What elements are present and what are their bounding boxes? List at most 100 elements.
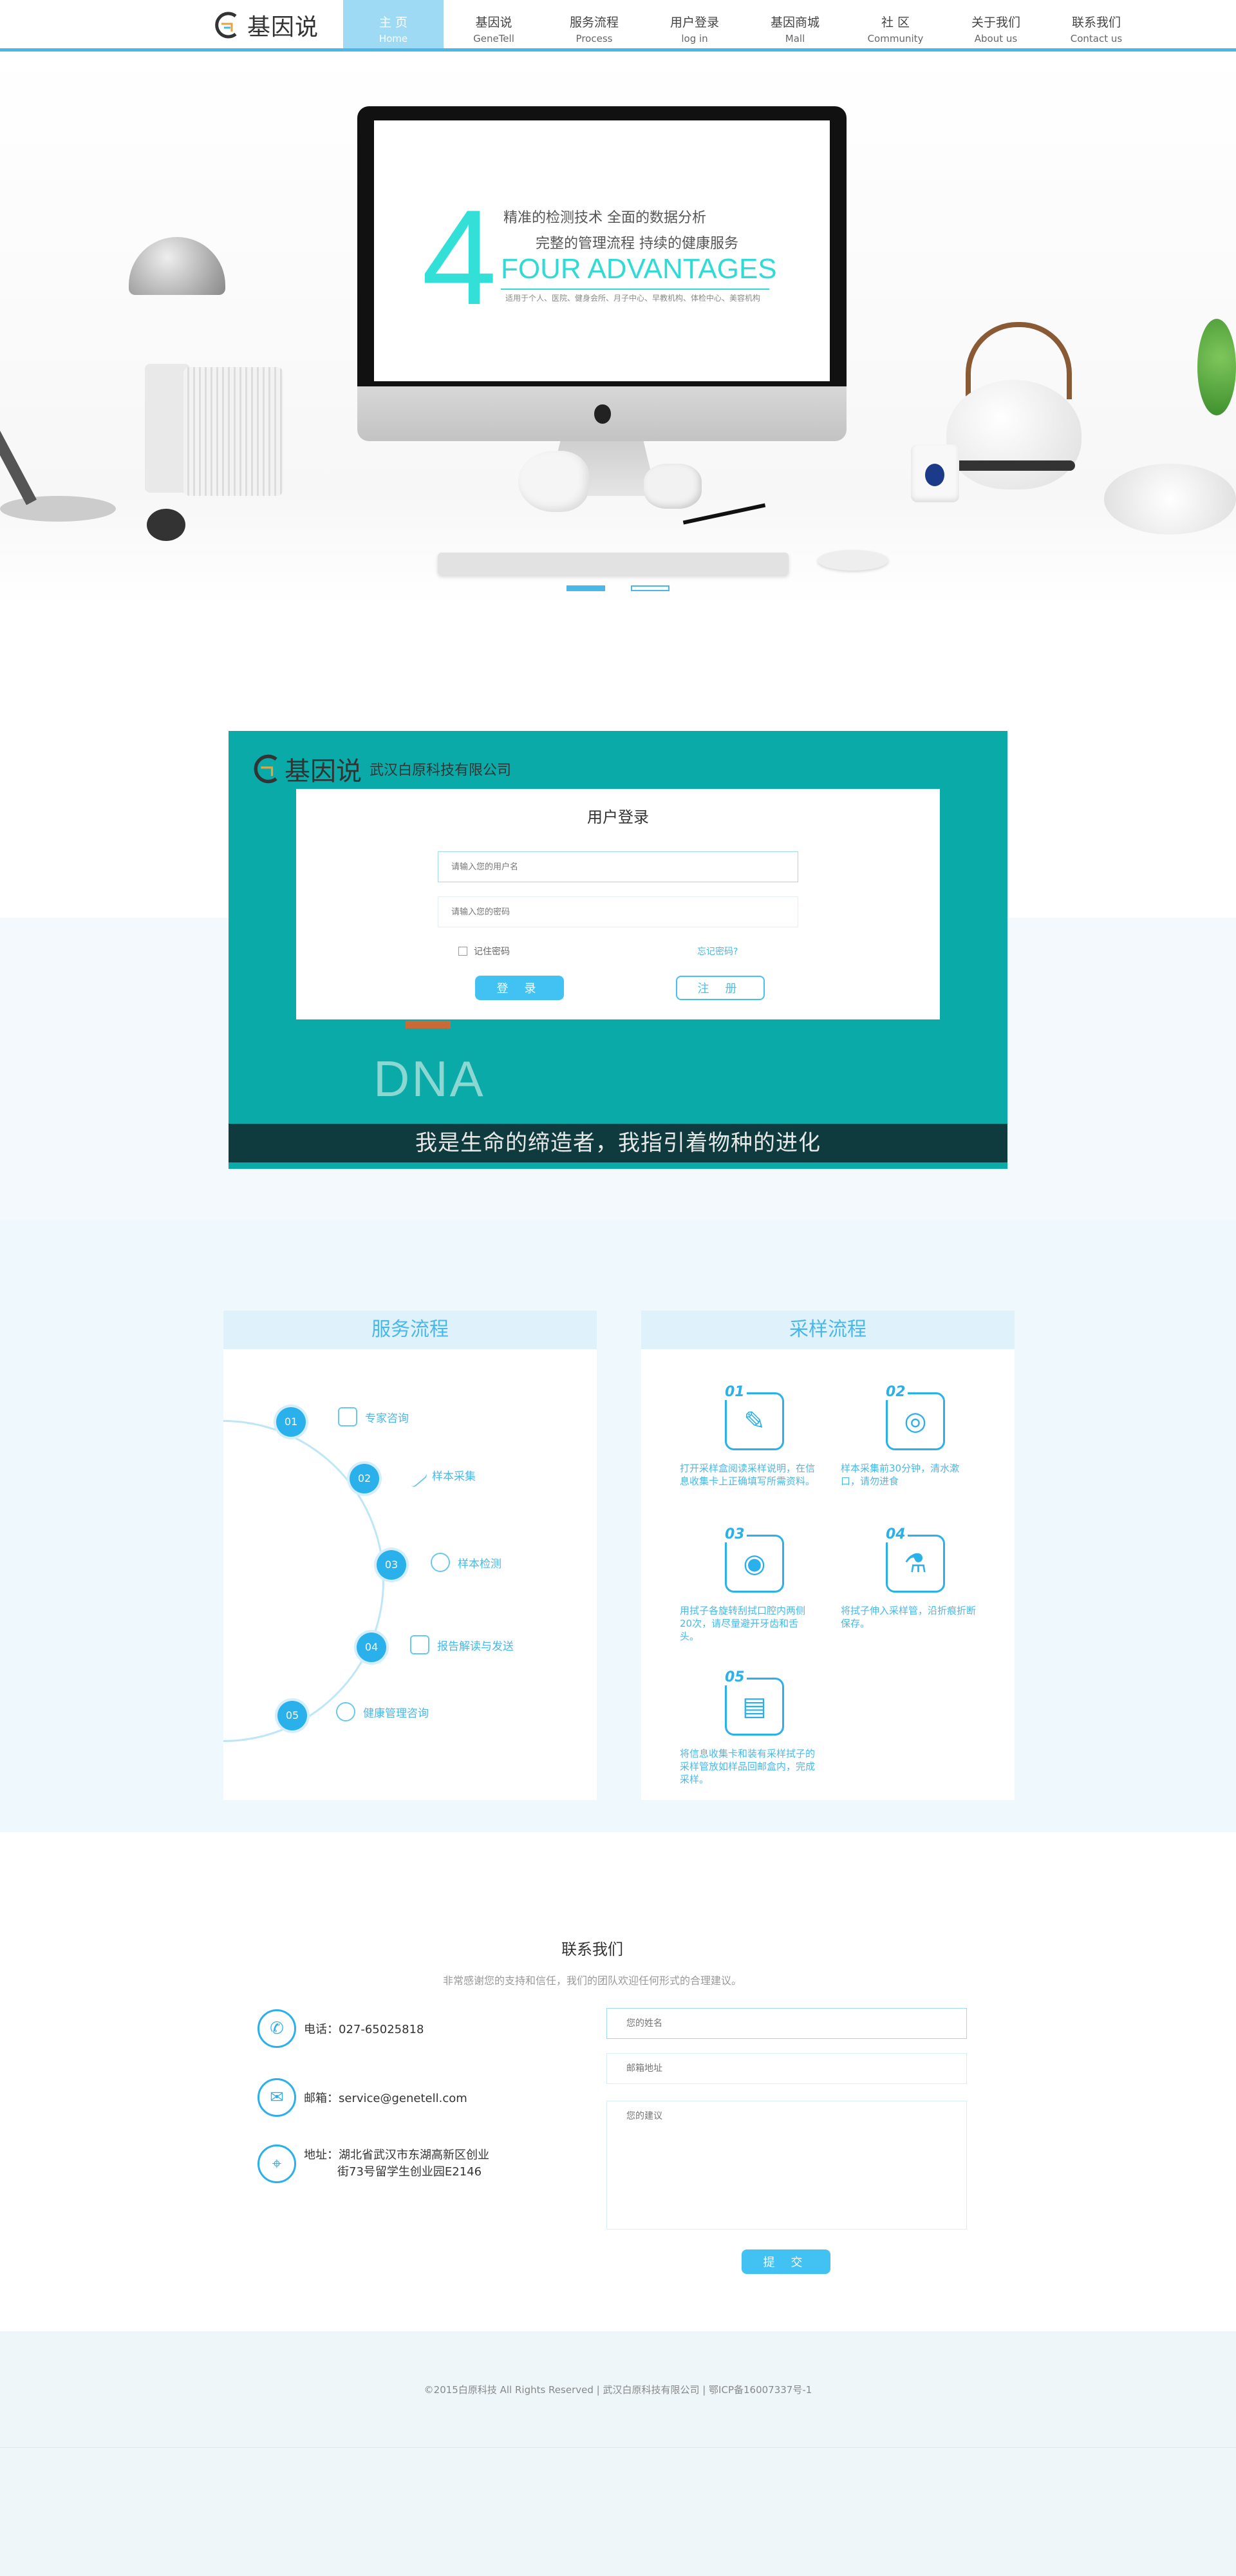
- service-step-label: 专家咨询: [365, 1412, 409, 1425]
- service-step-label: 样本采集: [432, 1470, 476, 1483]
- service-step-label: 样本检测: [458, 1557, 501, 1571]
- sampling-step-icon-box: 01 ✎: [723, 1384, 784, 1450]
- desk-lamp-image: [0, 496, 116, 522]
- login-banner-logo-text: 基因说: [285, 757, 362, 786]
- mail-icon: ✉: [258, 2078, 296, 2117]
- nav-item-about[interactable]: 关于我们 About us: [946, 0, 1046, 48]
- address-text: 地址：湖北省武汉市东湖高新区创业 街73号留学生创业园E2146: [304, 2147, 489, 2181]
- nav-item-process[interactable]: 服务流程 Process: [544, 0, 644, 48]
- nav-label: 基因商城: [770, 15, 819, 30]
- nav-item-genetell[interactable]: 基因说 GeneTell: [444, 0, 544, 48]
- register-button[interactable]: 注 册: [676, 976, 765, 1000]
- sampling-process-title: 采样流程: [641, 1311, 1015, 1349]
- service-step: 样本采集: [400, 1461, 476, 1489]
- password-input[interactable]: [438, 896, 798, 927]
- advice-textarea[interactable]: [606, 2101, 967, 2230]
- advantages-subtitle: 适用于个人、医院、健身会所、月子中心、早教机构、体检中心、美容机构: [505, 294, 761, 303]
- crumpled-paper-image: [644, 464, 702, 509]
- advantages-underline: [501, 289, 769, 290]
- contact-email: ✉ 邮箱：service@genetell.com: [258, 2078, 467, 2117]
- step-number-badge: 02: [350, 1464, 379, 1493]
- sampling-step-icon-box: 02 ◎: [884, 1384, 945, 1450]
- nav-sublabel: About us: [974, 33, 1018, 44]
- nav-label: 服务流程: [569, 15, 619, 30]
- nav-item-contact[interactable]: 联系我们 Contact us: [1046, 0, 1147, 48]
- nav-item-login[interactable]: 用户登录 log in: [644, 0, 745, 48]
- carousel-indicator-2[interactable]: [631, 585, 670, 591]
- step-number-badge: 04: [357, 1633, 386, 1662]
- mouse-image: [818, 550, 888, 571]
- service-step-label: 报告解读与发送: [437, 1640, 514, 1653]
- nav-sublabel: Community: [867, 33, 924, 44]
- main-menu: 主 页 Home 基因说 GeneTell 服务流程 Process 用户登录 …: [343, 0, 1147, 48]
- logo-text: 基因说: [247, 14, 319, 41]
- magnifier-icon: [431, 1553, 450, 1572]
- step-number-badge: 03: [377, 1550, 406, 1580]
- nav-item-community[interactable]: 社 区 Community: [845, 0, 946, 48]
- sampling-step: 04 ⚗ 将拭子伸入采样管，沿折痕折断保存。: [841, 1526, 1034, 1630]
- lantern-image: [183, 367, 283, 496]
- health-icon: [336, 1702, 355, 1721]
- login-button[interactable]: 登 录: [475, 976, 564, 1000]
- chat-icon: [338, 1407, 357, 1426]
- name-input[interactable]: [606, 2008, 967, 2039]
- login-title: 用户登录: [587, 808, 649, 826]
- contact-address: ⌖ 地址：湖北省武汉市东湖高新区创业 街73号留学生创业园E2146: [258, 2145, 489, 2183]
- sampling-step-icon-box: 03 ◉: [723, 1526, 784, 1593]
- apple-logo-icon: [594, 404, 611, 424]
- phone-icon: ✆: [258, 2009, 296, 2048]
- sampling-step: 02 ◎ 样本采集前30分钟，清水漱口，请勿进食: [841, 1384, 1034, 1488]
- login-banner-logo: 基因说 武汉白原科技有限公司: [251, 750, 511, 788]
- service-process-panel: 服务流程 01 专家咨询 02 样本采集 03 样本检测 04 报告解读与发送: [223, 1311, 597, 1800]
- teacup-pattern: [925, 464, 944, 486]
- keyboard-image: [438, 553, 789, 575]
- teapot-image: [946, 380, 1082, 489]
- username-input[interactable]: [438, 851, 798, 882]
- footer: [0, 2331, 1236, 2576]
- login-card: 用户登录 记住密码 忘记密码? 登 录 注 册: [296, 789, 940, 1019]
- panda-figure-image: [147, 509, 185, 541]
- forgot-password-link[interactable]: 忘记密码?: [697, 945, 738, 958]
- nav-label: 联系我们: [1071, 15, 1121, 30]
- sampling-step-icon-box: 04 ⚗: [884, 1526, 945, 1593]
- page: 基因说 主 页 Home 基因说 GeneTell 服务流程 Process 用…: [0, 0, 1236, 2576]
- site-logo[interactable]: 基因说: [212, 6, 335, 44]
- service-step-label: 健康管理咨询: [363, 1707, 429, 1720]
- sampling-step: 05 ▤ 将信息收集卡和装有采样拭子的采样管放如样品回邮盒内，完成采样。: [680, 1669, 873, 1786]
- remember-checkbox[interactable]: [458, 947, 467, 956]
- process-section-background: [0, 1220, 1236, 1832]
- step-number-badge: 01: [276, 1407, 306, 1437]
- sampling-step-icon-box: 05 ▤: [723, 1669, 784, 1736]
- headphones-image: [1104, 464, 1236, 535]
- service-step: 样本检测: [431, 1553, 501, 1572]
- sampling-process-panel: 采样流程 01 ✎ 打开采样盒阅读采样说明，在信息收集卡上正确填写所需资料。 0…: [641, 1311, 1015, 1800]
- mouth-icon: ◉: [743, 1549, 766, 1578]
- nav-sublabel: Process: [576, 33, 613, 44]
- sampling-step-text: 样本采集前30分钟，清水漱口，请勿进食: [841, 1463, 960, 1487]
- sampling-step-text: 将信息收集卡和装有采样拭子的采样管放如样品回邮盒内，完成采样。: [680, 1748, 816, 1785]
- test-tube-icon: ⚗: [904, 1549, 927, 1578]
- service-process-title: 服务流程: [223, 1311, 597, 1349]
- contact-title: 联系我们: [561, 1940, 623, 1958]
- nav-label: 用户登录: [670, 15, 719, 30]
- logo-mark-icon: [215, 12, 237, 39]
- nav-label: 关于我们: [971, 15, 1020, 30]
- decorative-bar: [406, 1021, 451, 1028]
- remember-password: 记住密码: [458, 945, 510, 958]
- nav-item-home[interactable]: 主 页 Home: [343, 0, 444, 48]
- advantages-number: 4: [422, 182, 497, 333]
- nav-sublabel: Mall: [785, 33, 805, 44]
- contact-email-input[interactable]: [606, 2053, 967, 2084]
- submit-button[interactable]: 提 交: [742, 2249, 830, 2274]
- sampling-step-text: 打开采样盒阅读采样说明，在信息收集卡上正确填写所需资料。: [680, 1463, 816, 1487]
- sampling-step-text: 用拭子各旋转刮拭口腔内两侧20次，请尽量避开牙齿和舌头。: [680, 1605, 806, 1642]
- service-step: 健康管理咨询: [336, 1702, 429, 1721]
- inbox-icon: ▤: [742, 1692, 767, 1721]
- carousel-indicator-1[interactable]: [566, 585, 605, 591]
- nav-item-mall[interactable]: 基因商城 Mall: [745, 0, 845, 48]
- report-icon: [410, 1635, 429, 1654]
- service-process-diagram: 01 专家咨询 02 样本采集 03 样本检测 04 报告解读与发送 05 健康…: [223, 1349, 597, 1800]
- pen-icon: [400, 1461, 429, 1489]
- nav-label: 基因说: [475, 15, 512, 30]
- phone-text: 电话：027-65025818: [304, 2023, 424, 2036]
